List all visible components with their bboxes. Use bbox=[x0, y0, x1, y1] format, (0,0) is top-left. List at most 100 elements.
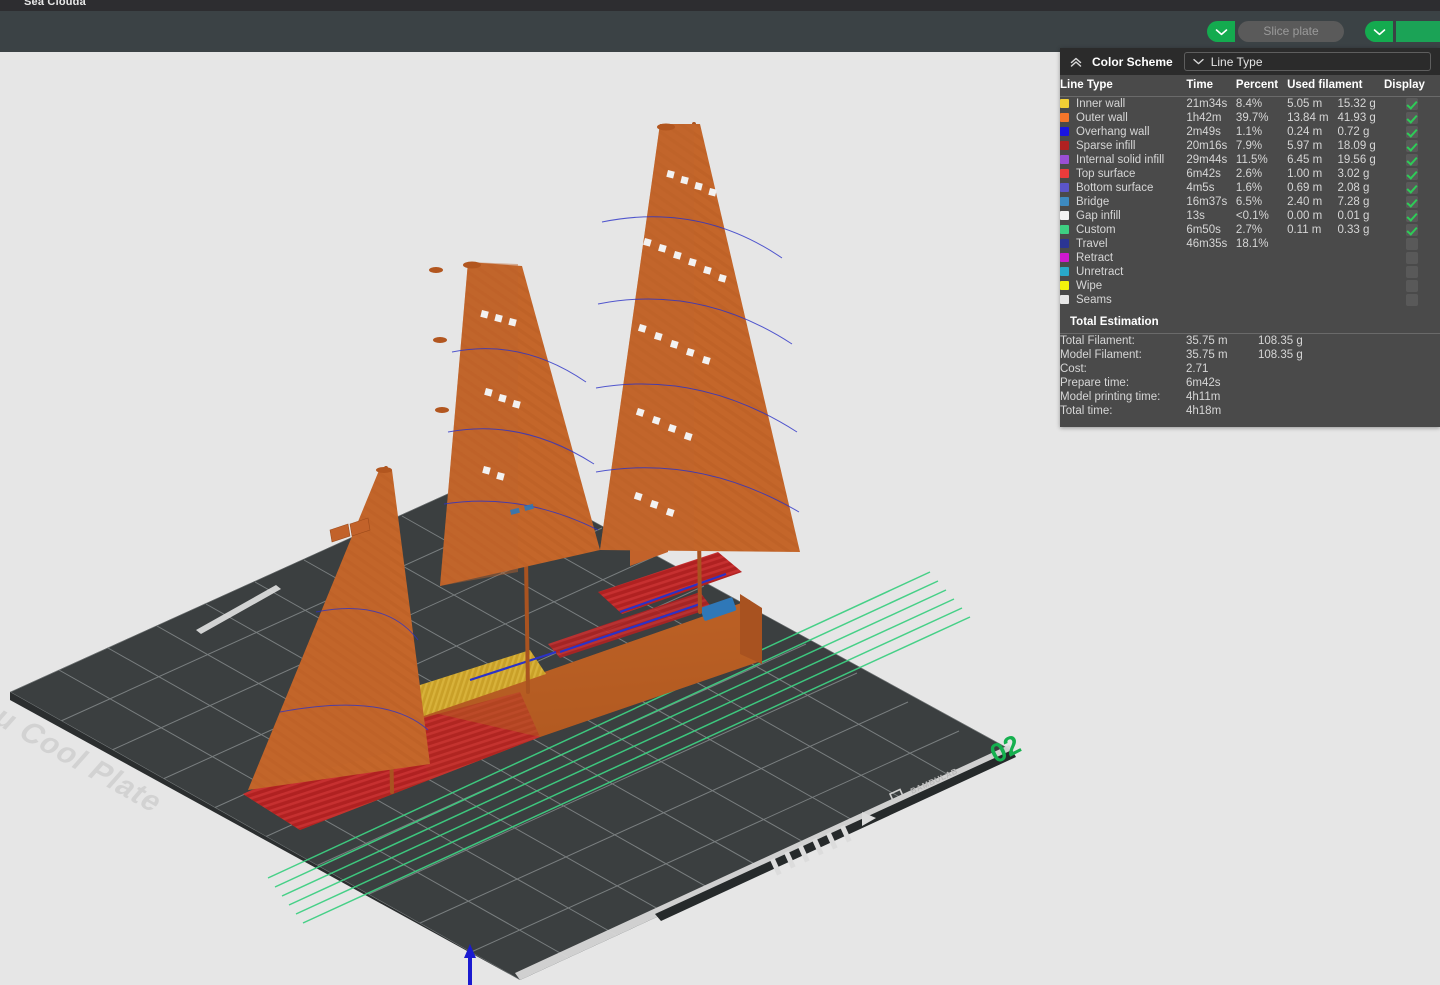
chevron-down-icon bbox=[1373, 28, 1385, 35]
display-checkbox[interactable] bbox=[1406, 224, 1418, 237]
percent-cell: 1.6% bbox=[1235, 182, 1263, 195]
line-type-label: Travel bbox=[1076, 238, 1108, 251]
totals-value-primary: 35.75 m bbox=[1186, 349, 1228, 362]
line-type-label: Top surface bbox=[1076, 168, 1136, 181]
color-swatch bbox=[1060, 127, 1069, 137]
display-checkbox[interactable] bbox=[1406, 266, 1418, 279]
line-type-cell: Wipe bbox=[1060, 279, 1186, 293]
totals-row: Prepare time: 6m42s bbox=[1060, 376, 1440, 390]
percent-cell: 39.7% bbox=[1235, 112, 1269, 125]
display-cell bbox=[1384, 167, 1440, 181]
table-row[interactable]: Outer wall 1h42m 39.7% 13.84 m 41.93 g bbox=[1060, 111, 1440, 125]
time-cell: 20m16s bbox=[1186, 140, 1228, 153]
percent-cell: 11.5% bbox=[1235, 154, 1268, 167]
display-checkbox[interactable] bbox=[1406, 126, 1418, 139]
sail-fore bbox=[440, 262, 600, 586]
totals-row: Total time: 4h18m bbox=[1060, 404, 1440, 418]
display-checkbox[interactable] bbox=[1406, 154, 1418, 167]
table-row[interactable]: Unretract bbox=[1060, 265, 1440, 279]
col-percent: Percent bbox=[1235, 75, 1288, 97]
double-chevron-up-icon[interactable] bbox=[1069, 55, 1083, 69]
totals-value-secondary bbox=[1258, 362, 1440, 376]
line-type-cell: Internal solid infill bbox=[1060, 153, 1186, 167]
display-checkbox[interactable] bbox=[1406, 168, 1418, 181]
table-row[interactable]: Bottom surface 4m5s 1.6% 0.69 m 2.08 g bbox=[1060, 181, 1440, 195]
display-checkbox[interactable] bbox=[1406, 210, 1418, 223]
time-cell: 21m34s bbox=[1186, 98, 1228, 111]
color-swatch bbox=[1060, 225, 1069, 235]
display-checkbox[interactable] bbox=[1406, 280, 1418, 293]
time-cell: 13s bbox=[1186, 210, 1205, 223]
totals-key: Prepare time: bbox=[1060, 377, 1130, 390]
table-row[interactable]: Overhang wall 2m49s 1.1% 0.24 m 0.72 g bbox=[1060, 125, 1440, 139]
display-checkbox[interactable] bbox=[1406, 238, 1418, 251]
slice-dropdown-button[interactable] bbox=[1207, 21, 1235, 42]
color-swatch bbox=[1060, 197, 1069, 207]
line-type-label: Sparse infill bbox=[1076, 140, 1136, 153]
color-swatch bbox=[1060, 267, 1069, 277]
display-cell bbox=[1384, 223, 1440, 237]
color-swatch bbox=[1060, 281, 1069, 291]
weight-cell bbox=[1337, 265, 1384, 279]
line-type-cell: Sparse infill bbox=[1060, 139, 1186, 153]
col-time: Time bbox=[1186, 75, 1236, 97]
table-row[interactable]: Wipe bbox=[1060, 279, 1440, 293]
weight-cell: 2.08 g bbox=[1337, 182, 1370, 195]
percent-cell bbox=[1236, 251, 1287, 265]
length-cell: 0.00 m bbox=[1287, 210, 1323, 223]
time-cell: 6m42s bbox=[1186, 168, 1221, 181]
export-dropdown-button[interactable] bbox=[1365, 21, 1393, 42]
line-type-label: Unretract bbox=[1076, 266, 1124, 279]
length-cell: 6.45 m bbox=[1287, 154, 1323, 167]
display-checkbox[interactable] bbox=[1406, 112, 1418, 125]
line-type-cell: Custom bbox=[1060, 223, 1186, 237]
table-row[interactable]: Retract bbox=[1060, 251, 1440, 265]
table-row[interactable]: Seams bbox=[1060, 293, 1440, 307]
display-cell bbox=[1384, 251, 1440, 265]
line-type-label: Seams bbox=[1076, 294, 1112, 307]
length-cell: 13.84 m bbox=[1287, 112, 1329, 125]
length-cell: 0.69 m bbox=[1287, 182, 1323, 195]
display-checkbox[interactable] bbox=[1406, 196, 1418, 209]
color-swatch bbox=[1060, 169, 1069, 179]
time-cell: 2m49s bbox=[1186, 126, 1221, 139]
time-cell bbox=[1186, 279, 1236, 293]
export-plate-button[interactable] bbox=[1396, 21, 1440, 42]
line-type-label: Retract bbox=[1076, 252, 1114, 265]
percent-cell: 18.1% bbox=[1235, 238, 1269, 251]
table-row[interactable]: Sparse infill 20m16s 7.9% 5.97 m 18.09 g bbox=[1060, 139, 1440, 153]
table-row[interactable]: Gap infill 13s <0.1% 0.00 m 0.01 g bbox=[1060, 209, 1440, 223]
table-row[interactable]: Bridge 16m37s 6.5% 2.40 m 7.28 g bbox=[1060, 195, 1440, 209]
table-row[interactable]: Top surface 6m42s 2.6% 1.00 m 3.02 g bbox=[1060, 167, 1440, 181]
totals-key: Cost: bbox=[1060, 363, 1087, 376]
weight-cell bbox=[1337, 293, 1384, 307]
length-cell: 0.11 m bbox=[1287, 224, 1322, 237]
display-checkbox[interactable] bbox=[1406, 140, 1418, 153]
line-type-label: Bridge bbox=[1076, 196, 1110, 209]
color-scheme-select[interactable]: Line Type bbox=[1183, 52, 1431, 71]
slice-plate-button[interactable]: Slice plate bbox=[1238, 21, 1344, 42]
display-checkbox[interactable] bbox=[1406, 98, 1418, 110]
table-row[interactable]: Travel 46m35s 18.1% bbox=[1060, 237, 1440, 251]
line-type-label: Inner wall bbox=[1076, 98, 1126, 111]
table-row[interactable]: Internal solid infill 29m44s 11.5% 6.45 m 19… bbox=[1060, 153, 1440, 167]
totals-value-secondary: 108.35 g bbox=[1258, 349, 1303, 362]
table-row[interactable]: Custom 6m50s 2.7% 0.11 m 0.33 g bbox=[1060, 223, 1440, 237]
table-row[interactable]: Inner wall 21m34s 8.4% 5.05 m 15.32 g bbox=[1060, 97, 1440, 112]
col-line-type: Line Type bbox=[1060, 75, 1187, 97]
display-cell bbox=[1384, 279, 1440, 293]
display-checkbox[interactable] bbox=[1406, 252, 1418, 265]
color-swatch bbox=[1060, 113, 1069, 123]
line-type-label: Internal solid infill bbox=[1076, 154, 1165, 167]
time-cell: 46m35s bbox=[1186, 238, 1228, 251]
totals-value-secondary: 108.35 g bbox=[1258, 335, 1303, 348]
weight-cell: 15.32 g bbox=[1337, 98, 1376, 111]
display-cell bbox=[1384, 181, 1440, 195]
slice-button-group: Slice plate bbox=[1207, 21, 1344, 42]
line-type-cell: Bridge bbox=[1060, 195, 1186, 209]
color-swatch bbox=[1060, 99, 1069, 109]
display-checkbox[interactable] bbox=[1406, 294, 1418, 307]
line-type-cell: Bottom surface bbox=[1060, 181, 1186, 195]
display-checkbox[interactable] bbox=[1406, 182, 1418, 195]
totals-row: Cost: 2.71 bbox=[1060, 362, 1440, 376]
